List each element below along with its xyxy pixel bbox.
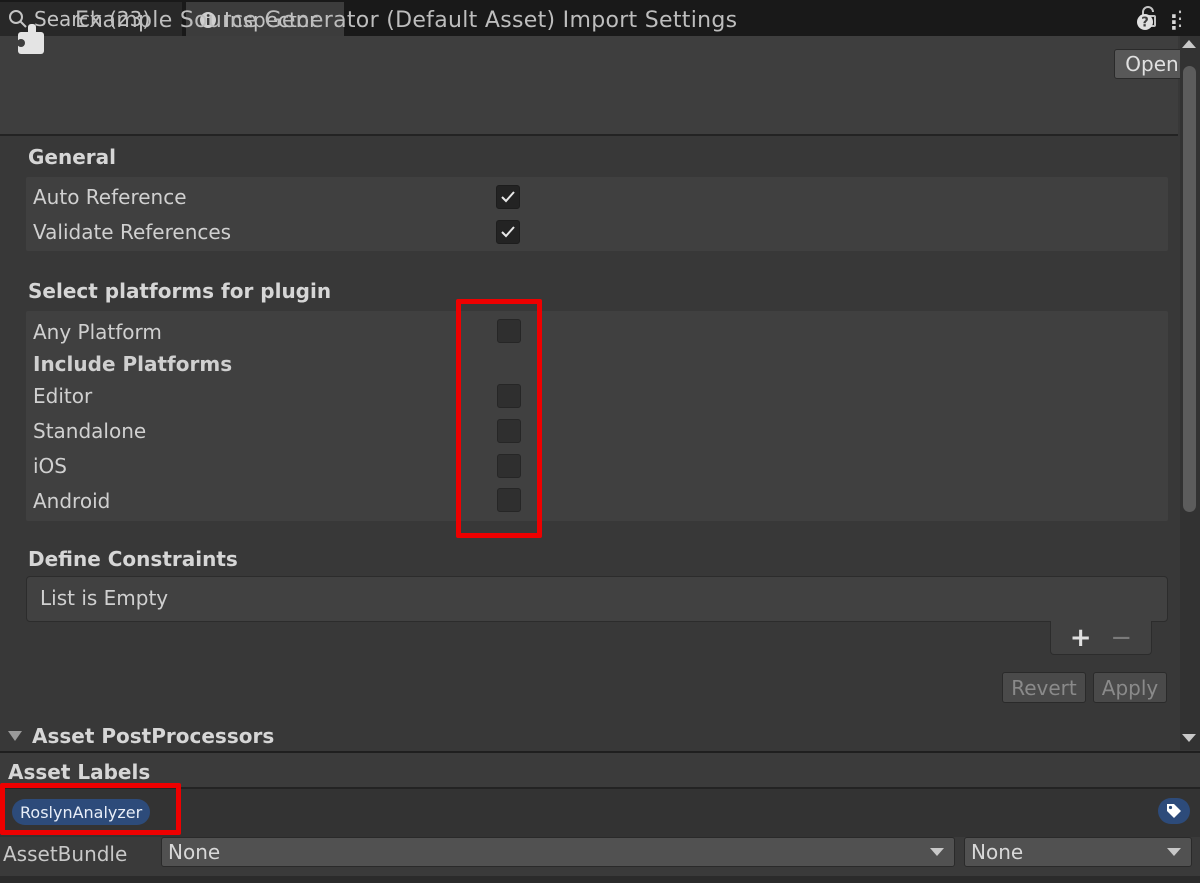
auto-reference-checkbox[interactable] <box>496 185 520 209</box>
header-icons: ? ⋮ <box>1136 10 1184 34</box>
assetbundle-label: AssetBundle <box>3 842 128 866</box>
dropdown-arrow-icon <box>930 848 944 856</box>
inspector-header <box>0 36 1178 136</box>
help-icon[interactable]: ? <box>1136 13 1154 31</box>
checkmark-icon <box>501 226 515 238</box>
validate-references-checkbox[interactable] <box>496 220 520 244</box>
revert-button[interactable]: Revert <box>1002 672 1086 703</box>
assetbundle-name-dropdown[interactable]: None <box>161 837 955 867</box>
scrollbar-thumb[interactable] <box>1183 66 1196 512</box>
assetbundle-variant-value: None <box>971 840 1024 864</box>
ios-label: iOS <box>33 454 67 478</box>
general-section-title: General <box>28 145 116 169</box>
list-add-remove-controls: + − <box>1050 621 1152 655</box>
assetbundle-variant-dropdown[interactable]: None <box>964 837 1192 867</box>
remove-icon[interactable]: − <box>1110 623 1132 653</box>
foldout-arrow-icon <box>8 731 22 741</box>
plugin-asset-icon <box>16 20 46 60</box>
any-platform-label: Any Platform <box>33 320 162 344</box>
apply-button[interactable]: Apply <box>1093 672 1167 703</box>
svg-text:?: ? <box>1141 16 1149 31</box>
open-button[interactable]: Open <box>1114 49 1190 79</box>
platforms-section-title: Select platforms for plugin <box>28 279 332 303</box>
auto-reference-label: Auto Reference <box>33 185 187 209</box>
standalone-label: Standalone <box>33 419 147 443</box>
checkmark-icon <box>501 191 515 203</box>
include-platforms-heading: Include Platforms <box>33 352 233 376</box>
bottom-strip <box>0 876 1200 883</box>
define-constraints-list: List is Empty <box>26 576 1168 622</box>
asset-postprocessors-foldout[interactable]: Asset PostProcessors <box>0 722 1180 750</box>
page-title: Example Source Generator (Default Asset)… <box>75 8 738 33</box>
tag-icon[interactable] <box>1158 798 1190 824</box>
scroll-down-arrow-icon[interactable] <box>1182 734 1196 742</box>
asset-postprocessors-label: Asset PostProcessors <box>32 724 275 748</box>
assetbundle-name-value: None <box>168 840 221 864</box>
dropdown-arrow-icon <box>1167 848 1181 856</box>
validate-references-label: Validate References <box>33 220 232 244</box>
android-label: Android <box>33 489 111 513</box>
define-constraints-title: Define Constraints <box>28 547 238 571</box>
platforms-panel <box>26 311 1168 521</box>
header-menu-icon[interactable]: ⋮ <box>1164 10 1184 34</box>
add-icon[interactable]: + <box>1070 623 1092 653</box>
label-highlight-box <box>0 783 181 835</box>
checkbox-highlight-box <box>456 299 542 538</box>
editor-label: Editor <box>33 384 93 408</box>
scroll-up-arrow-icon[interactable] <box>1182 40 1196 48</box>
